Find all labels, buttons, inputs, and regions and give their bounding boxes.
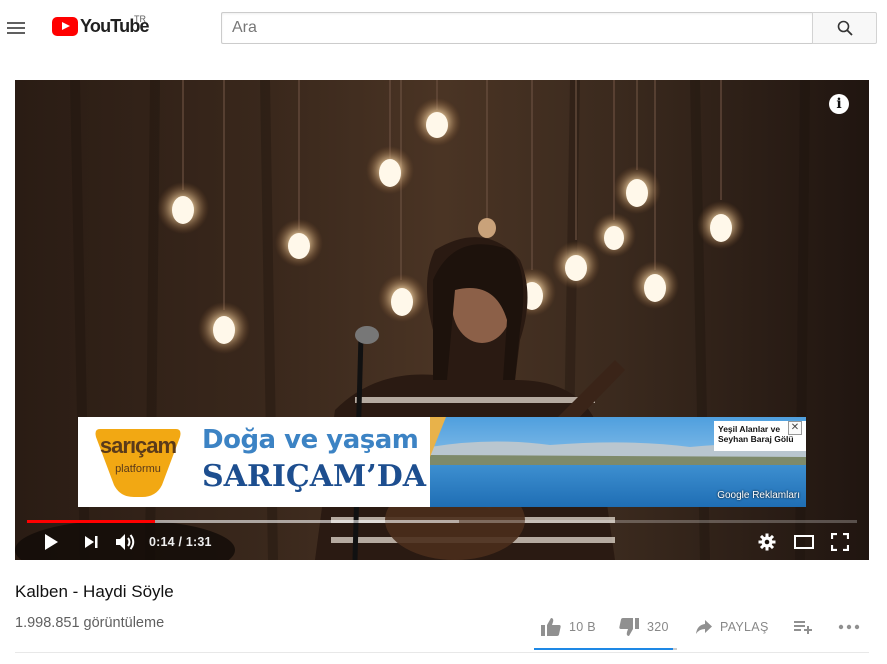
fullscreen-button[interactable] xyxy=(827,528,853,556)
sentiment-bar xyxy=(534,648,677,650)
hamburger-icon[interactable] xyxy=(4,12,28,44)
more-icon xyxy=(838,624,860,630)
ad-headline-1: Doğa ve yaşam xyxy=(202,425,419,455)
ad-banner[interactable]: sarıçam platformu Doğa ve yaşam SARIÇAM’… xyxy=(78,417,806,507)
masthead: YouTube TR xyxy=(0,0,887,56)
share-label: PAYLAŞ xyxy=(720,620,769,634)
divider xyxy=(15,652,869,653)
theater-mode-icon xyxy=(794,535,814,549)
fullscreen-icon xyxy=(831,533,849,551)
view-count: 1.998.851 görüntüleme xyxy=(15,615,165,631)
search-button[interactable] xyxy=(812,12,877,44)
time-display: 0:14 / 1:31 xyxy=(149,535,212,549)
like-button[interactable]: 10 B xyxy=(540,614,596,640)
play-button[interactable] xyxy=(39,528,63,556)
volume-icon xyxy=(116,534,135,550)
add-to-playlist-button[interactable] xyxy=(794,614,812,640)
thumbs-down-icon xyxy=(619,618,639,636)
dislike-count: 320 xyxy=(647,620,669,634)
gear-icon xyxy=(758,533,776,551)
play-icon xyxy=(45,534,58,550)
ad-caption-line-2: Seyhan Baraj Gölü xyxy=(718,434,794,444)
dislike-button[interactable]: 320 xyxy=(618,614,669,640)
like-count: 10 B xyxy=(569,620,596,634)
progress-bar[interactable] xyxy=(27,520,857,523)
youtube-logo[interactable]: YouTube TR xyxy=(52,14,150,37)
progress-played xyxy=(27,520,155,523)
more-actions-button[interactable] xyxy=(838,614,860,640)
video-player[interactable]: i sarıçam platformu Doğa ve yaşam SARIÇA… xyxy=(15,80,869,560)
volume-button[interactable] xyxy=(113,528,139,556)
youtube-play-logo-icon xyxy=(52,17,78,36)
add-to-playlist-icon xyxy=(794,621,812,634)
thumbs-up-icon xyxy=(541,618,561,636)
share-button[interactable]: PAYLAŞ xyxy=(695,614,769,640)
search-icon xyxy=(837,20,853,36)
video-title: Kalben - Haydi Söyle xyxy=(15,582,174,601)
close-icon[interactable]: ✕ xyxy=(788,421,802,435)
theater-mode-button[interactable] xyxy=(791,528,817,556)
info-icon[interactable]: i xyxy=(829,94,849,114)
ad-logo-title: sarıçam xyxy=(99,433,177,458)
share-icon xyxy=(696,620,712,634)
settings-button[interactable] xyxy=(755,528,779,556)
ad-provider-label: Google Reklamları xyxy=(717,490,800,501)
next-icon xyxy=(85,536,98,548)
country-code: TR xyxy=(134,14,146,24)
sentiment-like-fill xyxy=(534,648,673,650)
ad-headline-2: SARIÇAM’DA xyxy=(202,459,427,494)
ad-logo-subtitle: platformu xyxy=(115,463,161,475)
next-button[interactable] xyxy=(79,528,103,556)
search-input[interactable] xyxy=(221,12,813,44)
